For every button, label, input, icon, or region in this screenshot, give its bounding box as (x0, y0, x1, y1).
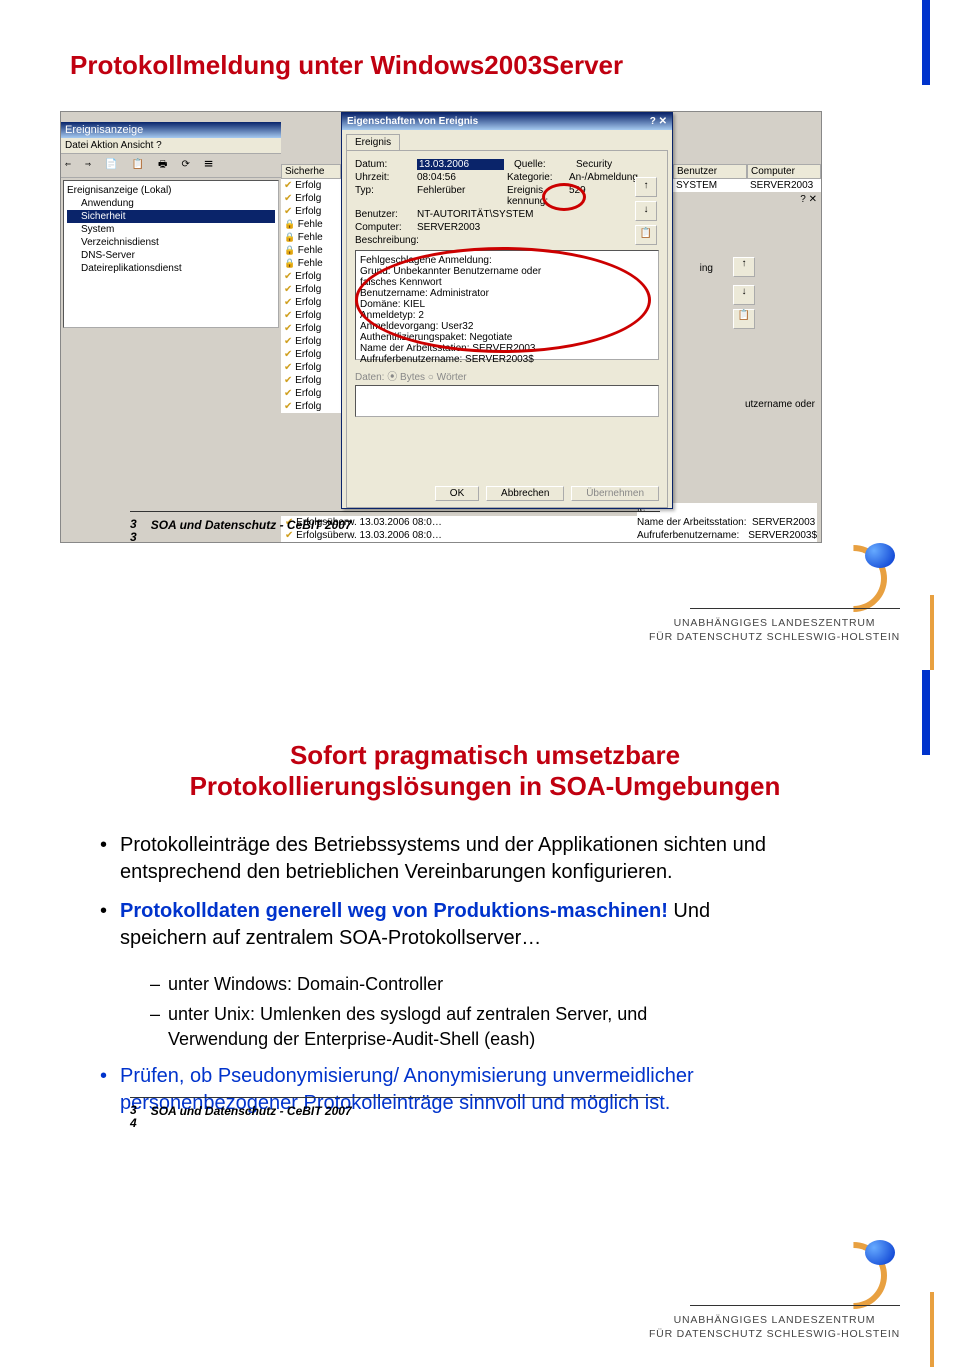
footer-text: SOA und Datenschutz - CeBIT 2007 (151, 518, 352, 532)
cancel-button: Abbrechen (486, 486, 564, 501)
organization: UNABHÄNGIGES LANDESZENTRUM FÜR DATENSCHU… (649, 1305, 900, 1342)
event-viewer-menu: Datei Aktion Ansicht ? (61, 138, 281, 154)
tree-item: Dateireplikationsdienst (67, 262, 275, 275)
content: Protokolleinträge des Betriebssystems un… (70, 832, 900, 1117)
accent-bar-top (922, 670, 930, 755)
tree-item: DNS-Server (67, 249, 275, 262)
data-box (355, 385, 659, 417)
accent-bar-bottom (930, 1292, 934, 1367)
highlight-circle-eventid (542, 183, 586, 211)
accent-bar-top (922, 0, 930, 85)
log-column: Sicherhe Erfolg Erfolg Erfolg Fehle Fehl… (281, 164, 341, 413)
event-viewer-window: Ereignisanzeige Datei Aktion Ansicht ? ⇐… (61, 122, 281, 330)
event-properties-dialog: Eigenschaften von Ereignis ? ✕ Ereignis … (341, 112, 673, 509)
event-viewer-toolbar: ⇐ ⇒ 📄 📋 🖶 ⟳ ☰ (61, 154, 281, 178)
apply-button: Übernehmen (571, 486, 659, 501)
tree-root: Ereignisanzeige (Lokal) (67, 184, 275, 197)
bullet-2: Protokolldaten generell weg von Produkti… (100, 898, 790, 1051)
copy-icon: 📋 (733, 309, 755, 329)
log-column-header: Sicherhe (281, 164, 341, 179)
event-viewer-titlebar: Ereignisanzeige (61, 122, 281, 138)
tree-item-selected: Sicherheit (67, 210, 275, 223)
right-close-icons: ? ✕ (673, 192, 821, 207)
description-label: Beschreibung: (355, 235, 659, 246)
ok-button: OK (435, 486, 479, 501)
footer: 3 4 SOA und Datenschutz - CeBIT 2007 (130, 1104, 960, 1130)
dialog-title-text: Eigenschaften von Ereignis (347, 116, 478, 127)
dialog-titlebar: Eigenschaften von Ereignis ? ✕ (342, 113, 672, 130)
data-radios: Daten: ⦿ Bytes ○ Wörter (355, 368, 659, 383)
nav-up: ↑ (733, 257, 755, 277)
tree-item: Anwendung (67, 197, 275, 210)
dialog-close-icons: ? ✕ (650, 116, 667, 127)
accent-bar-bottom (930, 595, 934, 670)
logo (820, 1242, 890, 1307)
slide-title: Sofort pragmatisch umsetzbare Protokolli… (70, 740, 900, 802)
windows-screenshot: Ereignisanzeige Datei Aktion Ansicht ? ⇐… (60, 111, 822, 543)
dialog-side-buttons: ↑ ↓ 📋 (635, 177, 657, 249)
tree-item: System (67, 223, 275, 236)
logo (820, 545, 890, 610)
dialog-buttons: OK Abbrechen Übernehmen (355, 486, 659, 501)
footer: 3 3 SOA und Datenschutz - CeBIT 2007 (130, 518, 960, 544)
page-number: 3 4 (130, 1104, 137, 1130)
sub-bullet: unter Unix: Umlenken des syslogd auf zen… (150, 1002, 680, 1051)
nav-down: ↓ (635, 201, 657, 221)
tree-item: Verzeichnisdienst (67, 236, 275, 249)
highlight-circle-description (355, 247, 651, 353)
nav-down: ↓ (733, 285, 755, 305)
page-number: 3 3 (130, 518, 137, 544)
nav-up: ↑ (635, 177, 657, 197)
footer-text: SOA und Datenschutz - CeBIT 2007 (151, 1104, 352, 1118)
right-panel: Benutzer Computer SYSTEM SERVER2003 ? ✕ … (673, 164, 821, 410)
dialog-tab: Ereignis (346, 134, 400, 150)
sub-bullet: unter Windows: Domain-Controller (150, 972, 680, 996)
event-viewer-tree: Ereignisanzeige (Lokal) Anwendung Sicher… (63, 180, 279, 328)
bullet-1: Protokolleinträge des Betriebssystems un… (100, 832, 790, 886)
slide-title: Protokollmeldung unter Windows2003Server (70, 50, 900, 81)
copy-icon: 📋 (635, 225, 657, 245)
organization: UNABHÄNGIGES LANDESZENTRUM FÜR DATENSCHU… (649, 608, 900, 645)
